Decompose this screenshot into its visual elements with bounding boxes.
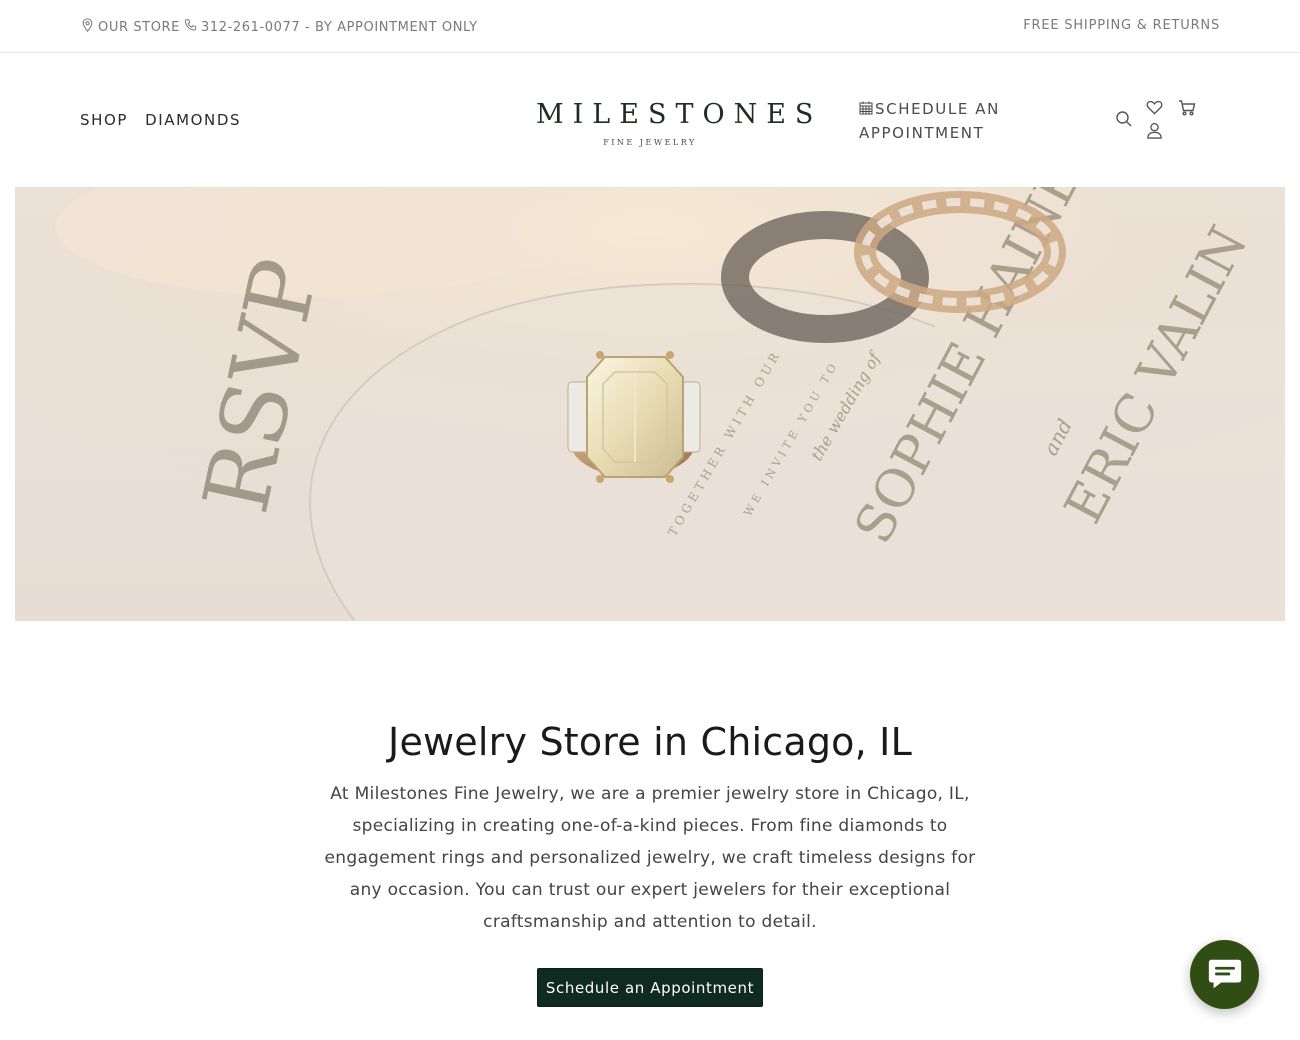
top-bar: OUR STORE 312-261-0077 - BY APPOINTMENT … [0,0,1300,53]
intro-paragraph: At Milestones Fine Jewelry, we are a pre… [324,784,976,932]
search-icon[interactable] [1115,110,1133,128]
schedule-appointment-link[interactable]: SCHEDULE AN APPOINTMENT [859,97,1009,145]
location-pin-icon [81,18,94,36]
cart-icon[interactable] [1178,99,1196,117]
hero-image: RSVP TOGETHER WITH OUR WE INVITE YOU TO … [15,187,1285,621]
main-nav: SHOP DIAMONDS [80,111,241,129]
heart-icon[interactable] [1146,99,1163,116]
phone-link[interactable]: 312-261-0077 - BY APPOINTMENT ONLY [201,20,478,35]
logo-main-text: MILESTONES [536,99,823,130]
chat-bubble-icon [1206,954,1244,996]
nav-shop[interactable]: SHOP [80,111,128,129]
logo-sub-text: FINE JEWELRY [603,138,697,147]
site-header: SHOP DIAMONDS MILESTONES FINE JEWELRY SC… [0,54,1300,186]
page-title: Jewelry Store in Chicago, IL [388,720,912,764]
nav-diamonds[interactable]: DIAMONDS [145,111,241,129]
schedule-appointment-button[interactable]: Schedule an Appointment [537,968,763,1007]
schedule-line-1: SCHEDULE AN [875,100,1000,118]
store-info: OUR STORE 312-261-0077 - BY APPOINTMENT … [81,18,478,36]
site-logo[interactable]: MILESTONES FINE JEWELRY [527,98,823,147]
intro-section: Jewelry Store in Chicago, IL At Mileston… [0,716,1300,938]
user-icon[interactable] [1146,122,1163,139]
phone-icon [184,18,197,36]
chat-widget-button[interactable] [1190,940,1259,1009]
hero-illustration: RSVP TOGETHER WITH OUR WE INVITE YOU TO … [15,187,1285,621]
schedule-line-2: APPOINTMENT [859,124,985,142]
calendar-icon [859,100,875,118]
our-store-link[interactable]: OUR STORE [98,20,180,35]
free-shipping-text: FREE SHIPPING & RETURNS [1023,18,1220,33]
